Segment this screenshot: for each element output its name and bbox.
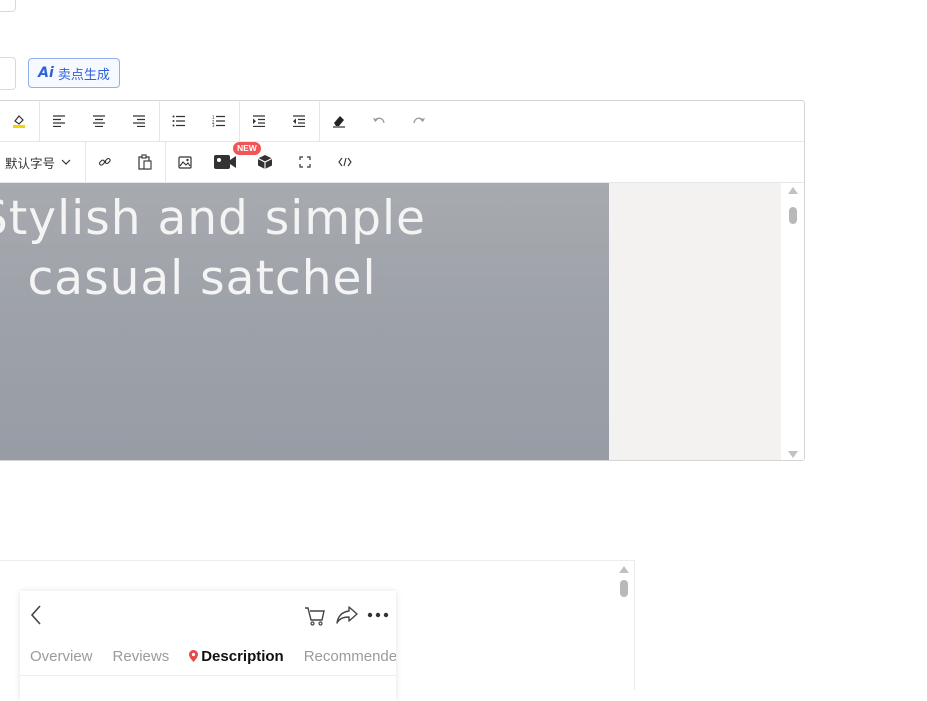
bulleted-list-button[interactable]	[159, 101, 199, 141]
phone-preview: Overview Reviews Description Recommended	[20, 591, 396, 701]
chevron-down-icon	[61, 159, 71, 165]
source-code-button[interactable]	[325, 142, 365, 182]
scroll-thumb[interactable]	[789, 207, 797, 224]
ai-generate-label: 卖点生成	[57, 66, 110, 82]
scroll-down-arrow[interactable]	[788, 451, 798, 458]
scroll-up-arrow[interactable]	[788, 187, 798, 194]
clipboard-icon	[138, 154, 152, 170]
tab-description-label: Description	[201, 647, 284, 665]
align-left-button[interactable]	[39, 101, 79, 141]
align-right-icon	[133, 115, 145, 127]
new-badge: NEW	[233, 142, 261, 155]
redo-icon	[413, 117, 425, 124]
toolbar-row-formatting: 1 2 3	[0, 101, 804, 142]
numbered-list-button[interactable]: 1 2 3	[199, 101, 239, 141]
align-center-button[interactable]	[79, 101, 119, 141]
video-camera-icon	[214, 155, 236, 169]
indent-decrease-icon	[293, 115, 305, 127]
undo-button[interactable]	[359, 101, 399, 141]
hero-product-image: Stylish and simple casual satchel	[0, 183, 609, 460]
insert-link-button[interactable]	[85, 142, 125, 182]
insert-image-button[interactable]	[165, 142, 205, 182]
link-icon	[99, 157, 111, 166]
font-size-select[interactable]: 默认字号	[5, 142, 79, 182]
hero-title-line1: Stylish and simple	[0, 191, 426, 246]
align-left-icon	[53, 115, 65, 127]
tab-description[interactable]: Description	[189, 648, 284, 665]
hero-title: Stylish and simple casual satchel	[0, 189, 587, 309]
highlight-color-icon	[13, 115, 25, 128]
fullscreen-icon	[299, 156, 311, 168]
back-arrow-icon[interactable]	[30, 605, 42, 625]
top-input-fragment[interactable]	[0, 0, 16, 12]
location-pin-icon	[189, 650, 199, 662]
toolbar-row-insert: 默认字号	[0, 142, 804, 183]
hero-title-line2: casual satchel	[27, 251, 377, 306]
cart-icon[interactable]	[304, 606, 326, 626]
clear-format-button[interactable]	[319, 101, 359, 141]
indent-decrease-button[interactable]	[279, 101, 319, 141]
phone-header	[20, 591, 396, 637]
align-center-icon	[93, 115, 105, 127]
more-dots-icon[interactable]	[367, 612, 389, 618]
bulleted-list-icon	[172, 115, 185, 127]
preview-scroll-up-arrow[interactable]	[619, 566, 629, 573]
phone-tab-bar: Overview Reviews Description Recommended	[20, 637, 396, 676]
editor-content-area[interactable]: Stylish and simple casual satchel	[0, 183, 781, 460]
paste-plain-button[interactable]	[125, 142, 165, 182]
preview-scroll-thumb[interactable]	[620, 580, 628, 597]
redo-button[interactable]	[399, 101, 439, 141]
highlight-color-button[interactable]	[0, 101, 39, 141]
tab-overview[interactable]: Overview	[30, 648, 93, 665]
code-icon	[338, 157, 352, 167]
clear-format-icon	[333, 116, 345, 128]
mobile-preview-panel: Overview Reviews Description Recommended	[0, 560, 635, 701]
svg-text:3: 3	[212, 123, 215, 127]
image-icon	[178, 155, 192, 169]
preview-scrollbar[interactable]	[616, 561, 632, 691]
editor-scrollbar[interactable]	[782, 183, 804, 460]
selling-point-input-fragment[interactable]	[0, 57, 16, 90]
ai-generate-button[interactable]: Ai 卖点生成	[28, 58, 120, 88]
fullscreen-button[interactable]	[285, 142, 325, 182]
ai-sparkle-icon: Ai	[38, 65, 54, 81]
numbered-list-icon: 1 2 3	[212, 115, 225, 127]
cube-icon	[257, 155, 273, 169]
rich-text-editor: 1 2 3 默认字号 Stylish and simple casual sat…	[0, 100, 805, 461]
font-size-label: 默认字号	[5, 156, 56, 171]
tab-reviews[interactable]: Reviews	[113, 648, 170, 665]
undo-icon	[373, 117, 385, 124]
indent-increase-icon	[253, 115, 265, 127]
indent-increase-button[interactable]	[239, 101, 279, 141]
share-icon[interactable]	[336, 606, 358, 624]
tab-recommended[interactable]: Recommended	[304, 648, 396, 665]
align-right-button[interactable]	[119, 101, 159, 141]
